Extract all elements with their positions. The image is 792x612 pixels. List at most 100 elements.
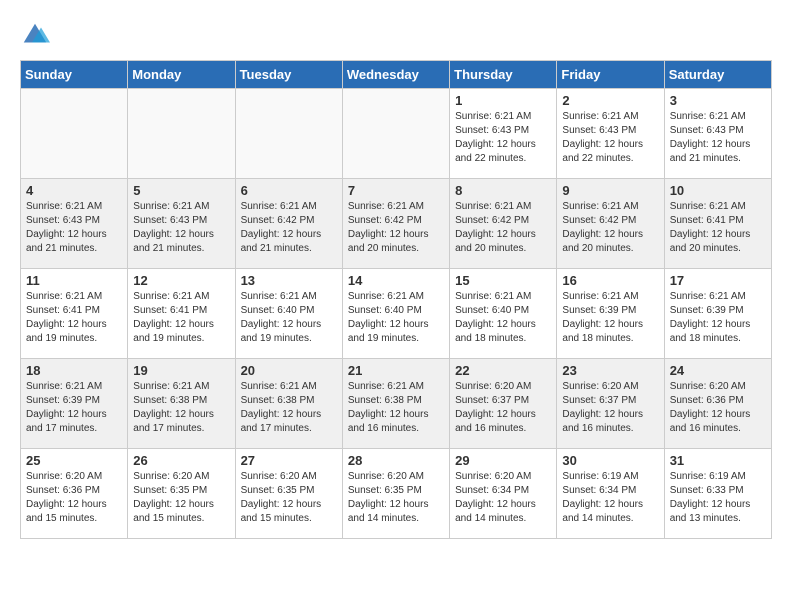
calendar-week-row: 11 Sunrise: 6:21 AM Sunset: 6:41 PM Dayli… [21,269,772,359]
day-number: 15 [455,273,551,288]
day-info: Sunrise: 6:20 AM Sunset: 6:34 PM Dayligh… [455,470,551,526]
day-info: Sunrise: 6:19 AM Sunset: 6:34 PM Dayligh… [562,470,658,526]
calendar-cell: 25Sunrise: 6:20 AM Sunset: 6:36 PM Dayli… [21,449,128,539]
day-number: 20 [241,363,337,378]
calendar-cell [235,89,342,179]
day-number: 7 [348,183,444,198]
day-number: 14 [348,273,444,288]
day-info: Sunrise: 6:21 AM Sunset: 6:42 PM Dayligh… [241,200,337,256]
day-number: 17 [670,273,766,288]
day-number: 19 [133,363,229,378]
day-info: Sunrise: 6:21 AM Sunset: 6:41 PM Dayligh… [670,200,766,256]
calendar-cell: 3Sunrise: 6:21 AM Sunset: 6:43 PM Daylig… [664,89,771,179]
day-info: Sunrise: 6:21 AM Sunset: 6:38 PM Dayligh… [241,380,337,436]
calendar-cell: 22 Sunrise: 6:20 AM Sunset: 6:37 PM Dayli… [450,359,557,449]
calendar-cell [342,89,449,179]
day-number: 30 [562,453,658,468]
day-number: 23 [562,363,658,378]
day-info: Sunrise: 6:20 AM Sunset: 6:35 PM Dayligh… [348,470,444,526]
calendar-header-sunday: Sunday [21,61,128,89]
calendar-cell: 4Sunrise: 6:21 AM Sunset: 6:43 PM Daylig… [21,179,128,269]
day-info: Sunrise: 6:20 AM Sunset: 6:37 PM Dayligh… [562,380,658,436]
day-info: Sunrise: 6:21 AM Sunset: 6:42 PM Dayligh… [455,200,551,256]
day-number: 5 [133,183,229,198]
page-header [20,20,772,50]
day-number: 22 [455,363,551,378]
calendar-header-thursday: Thursday [450,61,557,89]
day-number: 2 [562,93,658,108]
calendar-cell [21,89,128,179]
calendar-cell [128,89,235,179]
day-info: Sunrise: 6:21 AM Sunset: 6:38 PM Dayligh… [348,380,444,436]
day-number: 26 [133,453,229,468]
calendar-cell: 14 Sunrise: 6:21 AM Sunset: 6:40 PM Dayli… [342,269,449,359]
day-number: 10 [670,183,766,198]
calendar-cell: 20 Sunrise: 6:21 AM Sunset: 6:38 PM Dayli… [235,359,342,449]
calendar-cell: 28 Sunrise: 6:20 AM Sunset: 6:35 PM Dayli… [342,449,449,539]
calendar-cell: 30 Sunrise: 6:19 AM Sunset: 6:34 PM Dayli… [557,449,664,539]
calendar-header-saturday: Saturday [664,61,771,89]
day-number: 6 [241,183,337,198]
day-info: Sunrise: 6:20 AM Sunset: 6:36 PM Dayligh… [670,380,766,436]
calendar-cell: 15 Sunrise: 6:21 AM Sunset: 6:40 PM Dayli… [450,269,557,359]
day-number: 16 [562,273,658,288]
calendar-header-tuesday: Tuesday [235,61,342,89]
day-info: Sunrise: 6:20 AM Sunset: 6:35 PM Dayligh… [241,470,337,526]
day-info: Sunrise: 6:21 AM Sunset: 6:41 PM Dayligh… [26,290,122,346]
calendar-header-row: SundayMondayTuesdayWednesdayThursdayFrid… [21,61,772,89]
day-info: Sunrise: 6:21 AM Sunset: 6:40 PM Dayligh… [241,290,337,346]
calendar-cell: 10 Sunrise: 6:21 AM Sunset: 6:41 PM Dayli… [664,179,771,269]
day-number: 9 [562,183,658,198]
calendar-cell: 23 Sunrise: 6:20 AM Sunset: 6:37 PM Dayli… [557,359,664,449]
calendar-header-monday: Monday [128,61,235,89]
calendar-cell: 7Sunrise: 6:21 AM Sunset: 6:42 PM Daylig… [342,179,449,269]
day-info: Sunrise: 6:21 AM Sunset: 6:43 PM Dayligh… [670,110,766,166]
calendar-table: SundayMondayTuesdayWednesdayThursdayFrid… [20,60,772,539]
calendar-header-friday: Friday [557,61,664,89]
day-info: Sunrise: 6:21 AM Sunset: 6:43 PM Dayligh… [455,110,551,166]
calendar-cell: 18 Sunrise: 6:21 AM Sunset: 6:39 PM Dayli… [21,359,128,449]
day-info: Sunrise: 6:21 AM Sunset: 6:38 PM Dayligh… [133,380,229,436]
day-info: Sunrise: 6:21 AM Sunset: 6:40 PM Dayligh… [348,290,444,346]
calendar-cell: 24 Sunrise: 6:20 AM Sunset: 6:36 PM Dayli… [664,359,771,449]
day-info: Sunrise: 6:20 AM Sunset: 6:35 PM Dayligh… [133,470,229,526]
day-info: Sunrise: 6:21 AM Sunset: 6:39 PM Dayligh… [562,290,658,346]
day-number: 28 [348,453,444,468]
calendar-cell: 1Sunrise: 6:21 AM Sunset: 6:43 PM Daylig… [450,89,557,179]
calendar-cell: 27 Sunrise: 6:20 AM Sunset: 6:35 PM Dayli… [235,449,342,539]
day-info: Sunrise: 6:21 AM Sunset: 6:40 PM Dayligh… [455,290,551,346]
day-number: 25 [26,453,122,468]
day-number: 21 [348,363,444,378]
calendar-cell: 29Sunrise: 6:20 AM Sunset: 6:34 PM Dayli… [450,449,557,539]
day-info: Sunrise: 6:21 AM Sunset: 6:41 PM Dayligh… [133,290,229,346]
calendar-cell: 19 Sunrise: 6:21 AM Sunset: 6:38 PM Dayli… [128,359,235,449]
day-info: Sunrise: 6:21 AM Sunset: 6:39 PM Dayligh… [670,290,766,346]
calendar-cell: 21 Sunrise: 6:21 AM Sunset: 6:38 PM Dayli… [342,359,449,449]
calendar-header-wednesday: Wednesday [342,61,449,89]
day-number: 12 [133,273,229,288]
calendar-cell: 17 Sunrise: 6:21 AM Sunset: 6:39 PM Dayli… [664,269,771,359]
calendar-week-row: 1Sunrise: 6:21 AM Sunset: 6:43 PM Daylig… [21,89,772,179]
calendar-cell: 5 Sunrise: 6:21 AM Sunset: 6:43 PM Daylig… [128,179,235,269]
day-info: Sunrise: 6:21 AM Sunset: 6:43 PM Dayligh… [26,200,122,256]
day-number: 24 [670,363,766,378]
calendar-week-row: 18 Sunrise: 6:21 AM Sunset: 6:39 PM Dayli… [21,359,772,449]
day-info: Sunrise: 6:21 AM Sunset: 6:42 PM Dayligh… [562,200,658,256]
calendar-cell: 26 Sunrise: 6:20 AM Sunset: 6:35 PM Dayli… [128,449,235,539]
calendar-cell: 8Sunrise: 6:21 AM Sunset: 6:42 PM Daylig… [450,179,557,269]
calendar-cell: 11 Sunrise: 6:21 AM Sunset: 6:41 PM Dayli… [21,269,128,359]
day-info: Sunrise: 6:21 AM Sunset: 6:39 PM Dayligh… [26,380,122,436]
day-info: Sunrise: 6:19 AM Sunset: 6:33 PM Dayligh… [670,470,766,526]
day-number: 18 [26,363,122,378]
day-number: 11 [26,273,122,288]
calendar-week-row: 4Sunrise: 6:21 AM Sunset: 6:43 PM Daylig… [21,179,772,269]
logo [20,20,54,50]
calendar-cell: 2Sunrise: 6:21 AM Sunset: 6:43 PM Daylig… [557,89,664,179]
day-info: Sunrise: 6:20 AM Sunset: 6:37 PM Dayligh… [455,380,551,436]
calendar-cell: 13Sunrise: 6:21 AM Sunset: 6:40 PM Dayli… [235,269,342,359]
day-number: 27 [241,453,337,468]
day-info: Sunrise: 6:21 AM Sunset: 6:43 PM Dayligh… [133,200,229,256]
calendar-cell: 6 Sunrise: 6:21 AM Sunset: 6:42 PM Daylig… [235,179,342,269]
calendar-cell: 16 Sunrise: 6:21 AM Sunset: 6:39 PM Dayli… [557,269,664,359]
day-number: 31 [670,453,766,468]
